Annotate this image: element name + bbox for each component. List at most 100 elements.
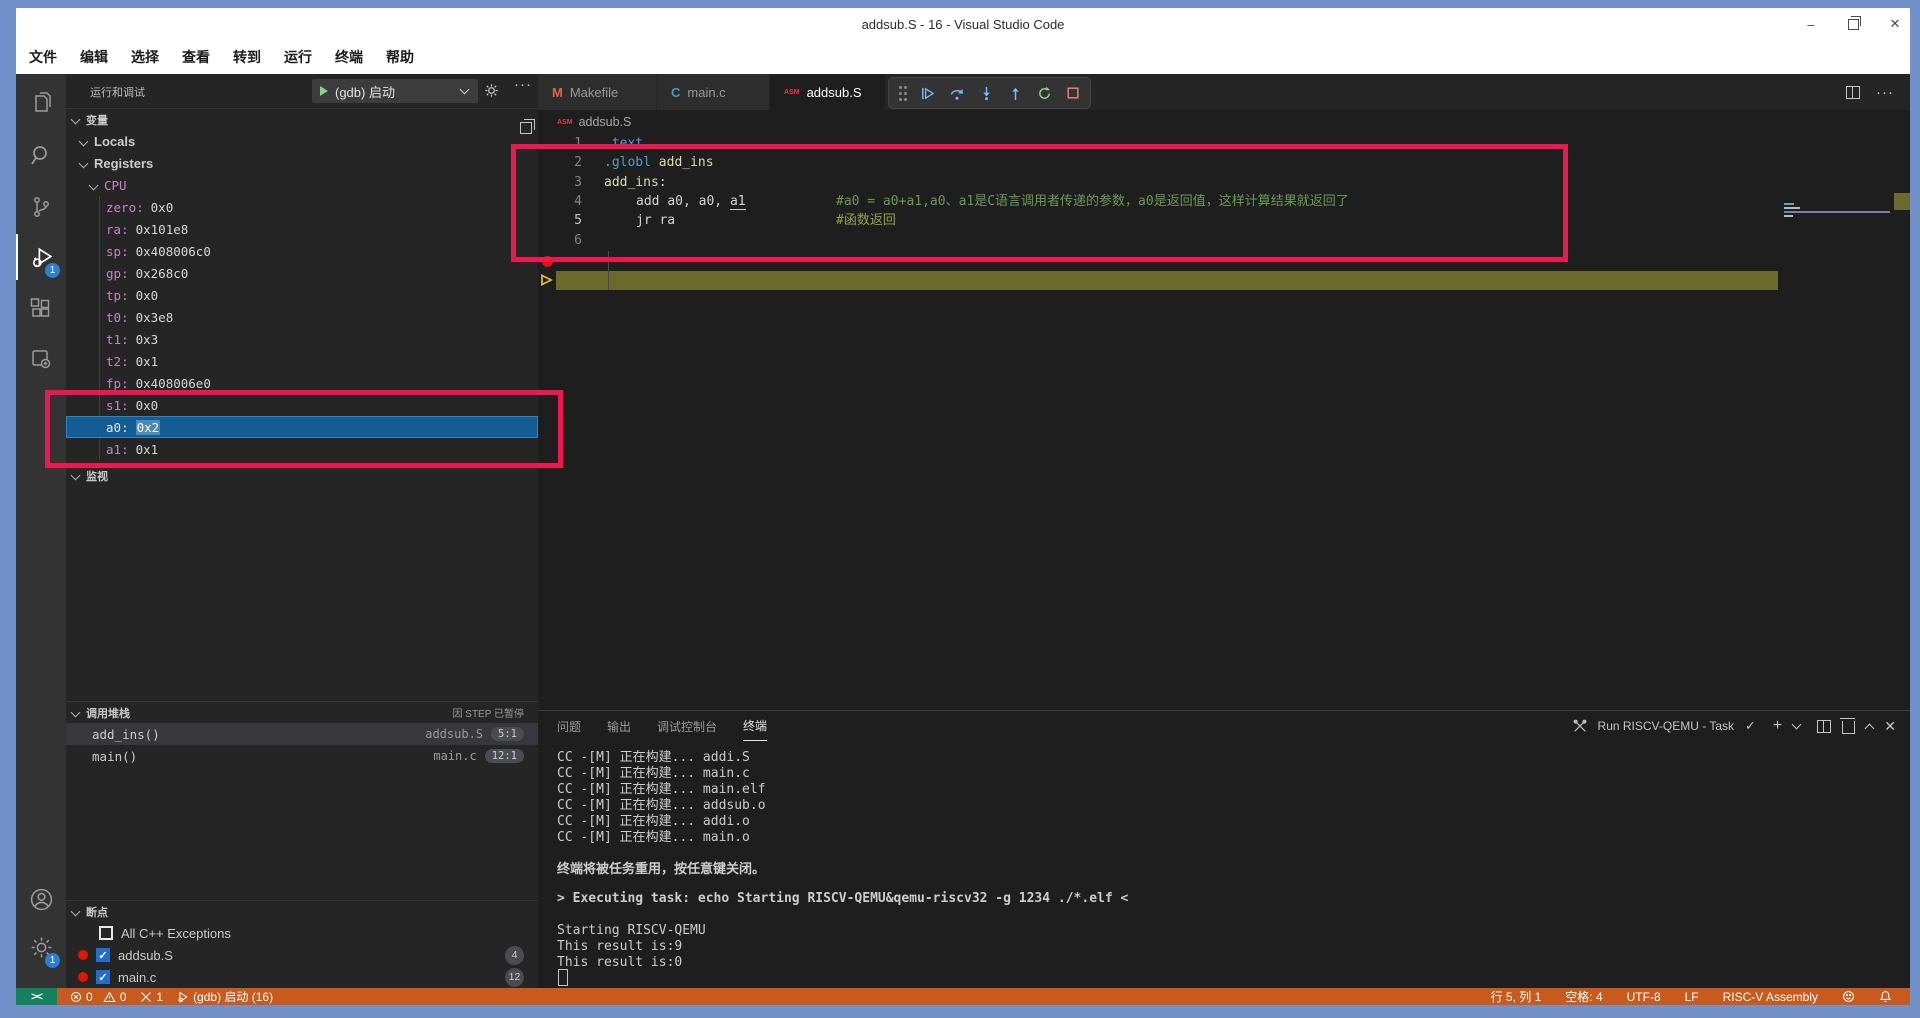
asm-file-icon: ASM: [557, 118, 573, 126]
checkbox-unchecked[interactable]: [99, 926, 113, 940]
debug-badge: 1: [45, 263, 60, 278]
minimap[interactable]: [1782, 128, 1906, 248]
settings-gear-icon[interactable]: 1: [16, 924, 66, 970]
remote-explorer-icon[interactable]: [16, 336, 66, 382]
step-over-icon[interactable]: [949, 86, 965, 101]
terminal-line: > Executing task: echo Starting RISCV-QE…: [557, 891, 1129, 906]
split-terminal-icon[interactable]: [1817, 719, 1832, 733]
restart-icon[interactable]: [1037, 85, 1052, 101]
terminal-task-label[interactable]: Run RISCV-QEMU - Task: [1598, 719, 1734, 733]
asm-file-icon: ASM: [784, 88, 800, 96]
debug-settings-gear-icon[interactable]: [484, 83, 499, 98]
step-out-icon[interactable]: [1008, 86, 1023, 101]
terminal-line: 终端将被任务重用，按任意键关闭。: [557, 862, 766, 877]
indentation[interactable]: 空格: 4: [1565, 988, 1602, 1005]
tab-addsub-s[interactable]: ASM addsub.S: [770, 74, 885, 110]
breakpoint-line-badge: 12: [505, 967, 524, 987]
kill-terminal-icon[interactable]: [1840, 718, 1856, 734]
extensions-icon[interactable]: [16, 286, 66, 332]
callstack-section-header[interactable]: 调用堆栈 因 STEP 已暂停: [66, 701, 538, 723]
menu-terminal[interactable]: 终端: [335, 47, 363, 67]
new-terminal-icon[interactable]: +: [1773, 717, 1782, 735]
stack-frame[interactable]: main() main.c 12:1: [66, 745, 538, 767]
bottom-panel: 问题 输出 调试控制台 终端 Run RISCV-QEMU - Task ✓ +…: [538, 710, 1910, 988]
breakpoints-section-header[interactable]: 断点: [66, 900, 538, 922]
locals-group[interactable]: Locals: [66, 130, 538, 152]
minimize-icon[interactable]: –: [1804, 17, 1818, 32]
panel-tab-debug-console[interactable]: 调试控制台: [657, 711, 717, 741]
register-row[interactable]: tp:0x0: [66, 284, 538, 306]
register-row[interactable]: t2:0x1: [66, 350, 538, 372]
sidebar-title: 运行和调试: [90, 87, 145, 99]
drag-handle-icon[interactable]: [899, 85, 902, 89]
feedback-icon[interactable]: [1842, 990, 1855, 1003]
minimap-line: [1784, 211, 1890, 213]
panel-tab-output[interactable]: 输出: [607, 711, 631, 741]
current-line-arrow-icon: [540, 273, 554, 287]
frame-position-badge: 5:1: [491, 727, 524, 741]
stack-frame[interactable]: add_ins() addsub.S 5:1: [66, 723, 538, 745]
register-row[interactable]: t1:0x3: [66, 328, 538, 350]
restore-icon[interactable]: [1846, 15, 1861, 31]
maximize-panel-icon[interactable]: [1864, 723, 1875, 733]
step-into-icon[interactable]: [979, 86, 994, 101]
editor-more-actions-icon[interactable]: ···: [1876, 84, 1894, 101]
language-mode[interactable]: RISC-V Assembly: [1723, 990, 1818, 1004]
accounts-icon[interactable]: [16, 876, 66, 922]
running-tasks-status[interactable]: 1: [140, 990, 163, 1004]
overview-ruler-current-line-mark: [1894, 193, 1910, 210]
breakpoint-exceptions-row[interactable]: All C++ Exceptions: [66, 922, 538, 944]
menu-help[interactable]: 帮助: [386, 47, 414, 67]
minimap-line: [1784, 203, 1794, 205]
notifications-bell-icon[interactable]: [1879, 990, 1892, 1003]
terminal-dropdown-icon[interactable]: [1791, 719, 1802, 730]
panel-tab-problems[interactable]: 问题: [557, 711, 581, 741]
tab-makefile[interactable]: M Makefile: [538, 74, 656, 110]
breadcrumb[interactable]: ASM addsub.S: [538, 110, 1910, 134]
menu-edit[interactable]: 编辑: [80, 47, 108, 67]
debug-session-status[interactable]: (gdb) 启动 (16): [177, 988, 273, 1005]
remote-icon: ><: [31, 990, 43, 1003]
checkbox-checked[interactable]: ✓: [96, 948, 110, 962]
cpu-group[interactable]: CPU: [66, 174, 538, 196]
more-actions-icon[interactable]: ···: [514, 76, 532, 93]
problems-status[interactable]: 0 0: [70, 990, 126, 1004]
register-row[interactable]: gp:0x268c0: [66, 262, 538, 284]
search-icon[interactable]: [16, 132, 66, 178]
breakpoint-row[interactable]: ✓ main.c 12: [66, 966, 538, 988]
run-and-debug-icon[interactable]: 1: [16, 234, 66, 280]
registers-group[interactable]: Registers: [66, 152, 538, 174]
menu-view[interactable]: 查看: [182, 47, 210, 67]
register-row[interactable]: t0:0x3e8: [66, 306, 538, 328]
task-tools-icon: [1573, 719, 1587, 733]
close-panel-icon[interactable]: ✕: [1884, 718, 1896, 735]
variables-section-header[interactable]: 变量: [66, 108, 538, 130]
breakpoint-row[interactable]: ✓ addsub.S 4: [66, 944, 538, 966]
menu-file[interactable]: 文件: [29, 47, 57, 67]
split-editor-icon[interactable]: [1846, 85, 1860, 99]
register-row[interactable]: ra:0x101e8: [66, 218, 538, 240]
register-row[interactable]: sp:0x408006c0: [66, 240, 538, 262]
terminal-line: CC -[M] 正在构建... main.o: [557, 830, 750, 845]
cursor-position[interactable]: 行 5, 列 1: [1491, 988, 1542, 1005]
menu-goto[interactable]: 转到: [233, 47, 261, 67]
menu-selection[interactable]: 选择: [131, 47, 159, 67]
menubar: 文件 编辑 选择 查看 转到 运行 终端 帮助: [16, 40, 1910, 74]
panel-tab-terminal[interactable]: 终端: [743, 711, 768, 741]
remote-indicator[interactable]: ><: [16, 988, 57, 1005]
start-debug-icon[interactable]: [320, 86, 328, 96]
source-control-icon[interactable]: [16, 184, 66, 230]
explorer-icon[interactable]: [16, 80, 66, 126]
checkbox-checked[interactable]: ✓: [96, 970, 110, 984]
terminal-cursor: [558, 969, 568, 986]
register-row[interactable]: zero:0x0: [66, 196, 538, 218]
continue-icon[interactable]: [920, 86, 935, 101]
tab-main-c[interactable]: C main.c: [657, 74, 769, 110]
encoding[interactable]: UTF-8: [1627, 990, 1661, 1004]
close-icon[interactable]: ✕: [1888, 16, 1902, 31]
eol-sequence[interactable]: LF: [1685, 990, 1699, 1004]
menu-run[interactable]: 运行: [284, 47, 312, 67]
launch-config-dropdown[interactable]: (gdb) 启动: [312, 79, 478, 103]
launch-config-label: (gdb) 启动: [335, 84, 395, 100]
stop-icon[interactable]: [1066, 86, 1080, 100]
